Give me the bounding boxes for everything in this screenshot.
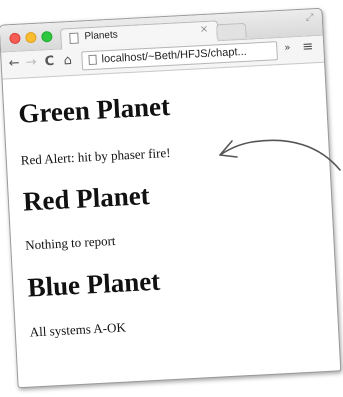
planet-status: All systems A-OK	[29, 319, 127, 340]
bookmarks-overflow-button[interactable]: »	[284, 42, 291, 53]
new-tab-button[interactable]	[215, 22, 247, 40]
browser-window: Planets × ⤢ ← → C ⌂ localhost/~Beth/HFJS…	[0, 7, 342, 389]
page-icon	[69, 32, 79, 45]
planet-heading: Blue Planet	[26, 265, 161, 303]
planet-status: Nothing to report	[24, 232, 116, 253]
page-icon	[88, 54, 97, 66]
back-button[interactable]: ←	[8, 56, 20, 73]
home-icon[interactable]: ⌂	[63, 53, 72, 69]
zoom-window-button[interactable]	[41, 30, 53, 43]
url-text[interactable]: localhost/~Beth/HFJS/chapt...	[101, 46, 247, 66]
screenshot-stage: Planets × ⤢ ← → C ⌂ localhost/~Beth/HFJS…	[0, 0, 343, 397]
planet-heading: Green Planet	[17, 90, 171, 129]
reload-button[interactable]: C	[44, 54, 54, 70]
planet-heading: Red Planet	[22, 180, 151, 217]
resize-icon[interactable]: ⤢	[305, 12, 314, 23]
forward-button[interactable]: →	[25, 55, 37, 72]
menu-icon[interactable]: ≡	[302, 39, 314, 55]
planet-status: Red Alert: hit by phaser fire!	[20, 144, 171, 168]
close-window-button[interactable]	[9, 32, 21, 45]
tab-title: Planets	[84, 29, 119, 43]
tab-close-icon[interactable]: ×	[200, 24, 209, 35]
minimize-window-button[interactable]	[25, 31, 37, 44]
